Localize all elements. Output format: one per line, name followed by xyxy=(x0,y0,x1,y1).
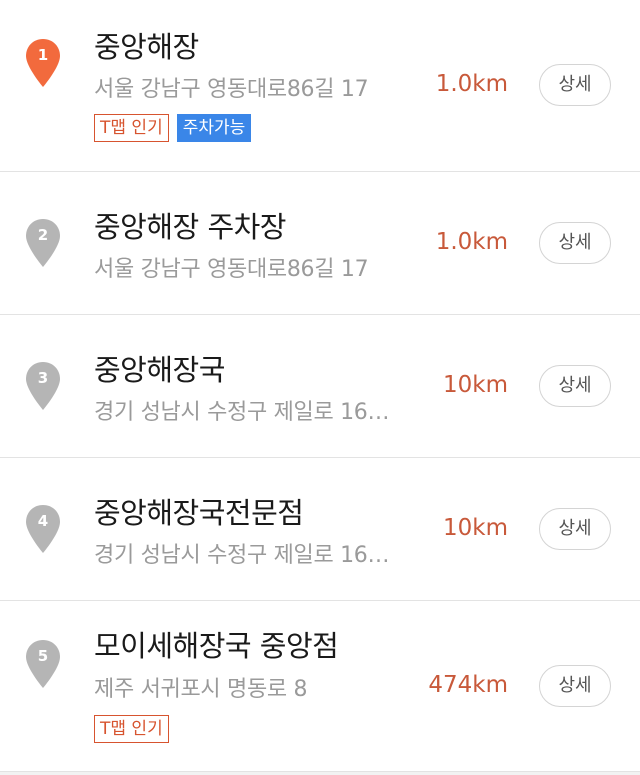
list-item[interactable]: 1 중앙해장 서울 강남구 영동대로86길 17 1.0km 상세 T맵 인기 … xyxy=(0,0,640,172)
place-address: 서울 강남구 영동대로86길 17 xyxy=(94,77,369,102)
detail-button[interactable]: 상세 xyxy=(539,665,611,707)
rank-number: 4 xyxy=(37,512,49,530)
rank-number: 3 xyxy=(37,369,49,387)
tmap-popular-badge: T맵 인기 xyxy=(94,715,169,743)
map-pin-icon: 3 xyxy=(24,361,62,411)
tag-group: T맵 인기 xyxy=(94,715,169,743)
place-name: 중앙해장국 xyxy=(94,353,225,387)
place-name: 모이세해장국 중앙점 xyxy=(94,629,339,663)
detail-button[interactable]: 상세 xyxy=(539,508,611,550)
map-pin-active-icon: 1 xyxy=(24,38,62,88)
list-item[interactable]: 4 중앙해장국전문점 경기 성남시 수정구 제일로 16… 10km 상세 xyxy=(0,458,640,601)
list-item[interactable]: 3 중앙해장국 경기 성남시 수정구 제일로 16… 10km 상세 xyxy=(0,315,640,458)
distance: 474km xyxy=(428,672,508,698)
distance: 1.0km xyxy=(435,229,508,255)
list-item[interactable]: 2 중앙해장 주차장 서울 강남구 영동대로86길 17 1.0km 상세 xyxy=(0,172,640,315)
detail-button[interactable]: 상세 xyxy=(539,64,611,106)
distance: 1.0km xyxy=(435,71,508,97)
tmap-popular-badge: T맵 인기 xyxy=(94,114,169,142)
map-pin-icon: 4 xyxy=(24,504,62,554)
list-item[interactable]: 5 모이세해장국 중앙점 제주 서귀포시 명동로 8 474km 상세 T맵 인… xyxy=(0,601,640,772)
map-pin-icon: 5 xyxy=(24,639,62,689)
detail-button[interactable]: 상세 xyxy=(539,222,611,264)
rank-number: 5 xyxy=(37,647,49,665)
distance: 10km xyxy=(443,515,508,541)
detail-button[interactable]: 상세 xyxy=(539,365,611,407)
search-result-list: 1 중앙해장 서울 강남구 영동대로86길 17 1.0km 상세 T맵 인기 … xyxy=(0,0,640,772)
map-pin-icon: 2 xyxy=(24,218,62,268)
rank-number: 1 xyxy=(37,46,49,64)
distance: 10km xyxy=(443,372,508,398)
place-name: 중앙해장 주차장 xyxy=(94,210,286,244)
place-address: 제주 서귀포시 명동로 8 xyxy=(94,677,308,702)
place-address: 경기 성남시 수정구 제일로 16… xyxy=(94,543,390,568)
place-address: 서울 강남구 영동대로86길 17 xyxy=(94,257,369,282)
parking-available-badge: 주차가능 xyxy=(176,114,252,142)
rank-number: 2 xyxy=(37,226,49,244)
place-name: 중앙해장국전문점 xyxy=(94,496,304,530)
place-address: 경기 성남시 수정구 제일로 16… xyxy=(94,400,390,425)
tag-group: T맵 인기 주차가능 xyxy=(94,114,252,142)
place-name: 중앙해장 xyxy=(94,30,199,64)
